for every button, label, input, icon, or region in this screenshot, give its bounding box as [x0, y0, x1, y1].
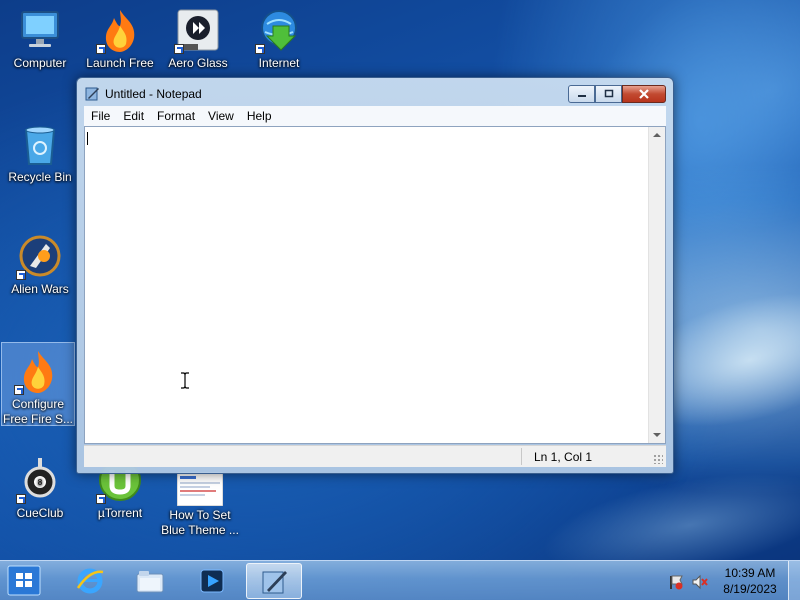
flame-icon	[96, 6, 144, 54]
scroll-down-arrow-icon[interactable]	[653, 433, 661, 437]
shortcut-arrow-icon	[16, 494, 26, 504]
notepad-icon	[262, 571, 287, 594]
desktop-icon-launch-free[interactable]: Launch Free	[82, 2, 158, 76]
document-thumbnail-icon	[176, 471, 224, 507]
text-editor[interactable]	[84, 126, 666, 444]
desktop-icon-label: Aero Glass	[168, 56, 228, 70]
svg-text:8: 8	[38, 478, 43, 487]
desktop-icon-alien-wars[interactable]: Alien Wars	[2, 228, 78, 300]
cueclub-icon: 8	[16, 456, 64, 504]
taskbar-notepad[interactable]	[246, 563, 302, 599]
menu-format[interactable]: Format	[151, 109, 201, 123]
desktop-icon-label: µTorrent	[97, 506, 143, 520]
cursor-position: Ln 1, Col 1	[534, 450, 593, 464]
taskbar-file-explorer[interactable]	[122, 563, 178, 599]
taskbar-internet-explorer[interactable]	[62, 563, 118, 599]
menu-edit[interactable]: Edit	[117, 109, 150, 123]
desktop-icon-label: Recycle Bin	[8, 170, 72, 184]
notepad-window[interactable]: Untitled - Notepad File Edit Format View…	[76, 77, 674, 474]
internet-explorer-icon	[76, 568, 104, 594]
flame-icon	[14, 347, 62, 395]
desktop-icon-label: Configure Free Fire S...	[2, 397, 73, 426]
title-bar[interactable]: Untitled - Notepad	[77, 78, 673, 108]
recycle-bin-icon	[16, 120, 64, 168]
show-desktop-button[interactable]	[788, 561, 800, 600]
shortcut-arrow-icon	[174, 44, 184, 54]
status-divider	[521, 448, 522, 465]
clock-date: 8/19/2023	[723, 582, 777, 596]
shortcut-arrow-icon	[14, 385, 24, 395]
taskbar-media-player[interactable]	[184, 563, 240, 599]
desktop-icon-configure-free-fire[interactable]: Configure Free Fire S...	[1, 342, 75, 426]
aero-glass-icon	[174, 6, 222, 54]
taskbar: 10:39 AM 8/19/2023	[0, 560, 800, 600]
window-title: Untitled - Notepad	[105, 87, 202, 101]
desktop-icon-label: Launch Free	[86, 56, 154, 70]
menu-view[interactable]: View	[202, 109, 240, 123]
caption-buttons	[568, 85, 666, 103]
media-player-icon	[200, 569, 224, 593]
speaker-muted-icon[interactable]	[692, 574, 708, 590]
text-caret	[87, 132, 88, 145]
ibeam-cursor-icon	[180, 372, 190, 389]
desktop-icon-internet[interactable]: Internet	[241, 2, 317, 76]
shortcut-arrow-icon	[255, 44, 265, 54]
desktop-icon-label: Internet	[258, 56, 300, 70]
desktop-icon-recycle-bin[interactable]: Recycle Bin	[2, 116, 78, 188]
windows-logo-icon	[7, 565, 41, 596]
maximize-button[interactable]	[595, 85, 622, 103]
shortcut-arrow-icon	[16, 270, 26, 280]
close-button[interactable]	[622, 85, 666, 103]
close-icon	[639, 89, 649, 99]
desktop-icon-computer[interactable]: Computer	[2, 2, 78, 76]
maximize-icon	[604, 89, 613, 98]
clock-time: 10:39 AM	[724, 566, 776, 580]
shortcut-arrow-icon	[96, 494, 106, 504]
minimize-icon	[577, 95, 586, 97]
tray-flag-icon[interactable]	[668, 574, 684, 590]
status-bar: Ln 1, Col 1	[84, 445, 666, 467]
desktop-icon-how-to-set-blue-theme[interactable]: How To Set Blue Theme ...	[160, 466, 240, 538]
vertical-scrollbar[interactable]	[648, 127, 665, 443]
resize-grip-icon[interactable]	[653, 454, 663, 464]
internet-download-icon	[255, 6, 303, 54]
shortcut-arrow-icon	[96, 44, 106, 54]
desktop-icon-cueclub[interactable]: 8 CueClub	[2, 452, 78, 524]
desktop-icon-label: Computer	[13, 56, 67, 70]
menu-help[interactable]: Help	[241, 109, 278, 123]
clock[interactable]: 10:39 AM 8/19/2023	[716, 565, 784, 597]
desktop-icon-label: CueClub	[16, 506, 64, 520]
minimize-button[interactable]	[568, 85, 595, 103]
scroll-up-arrow-icon[interactable]	[653, 133, 661, 137]
start-button[interactable]	[4, 564, 44, 597]
alien-wars-icon	[16, 232, 64, 280]
desktop-icon-aero-glass[interactable]: Aero Glass	[160, 2, 236, 76]
file-explorer-icon	[136, 571, 164, 593]
notepad-icon	[85, 86, 100, 101]
menu-bar: File Edit Format View Help	[84, 106, 666, 126]
computer-icon	[16, 6, 64, 54]
desktop-icon-label: How To Set Blue Theme ...	[161, 508, 239, 537]
desktop-icon-label: Alien Wars	[11, 282, 69, 296]
menu-file[interactable]: File	[84, 109, 116, 123]
